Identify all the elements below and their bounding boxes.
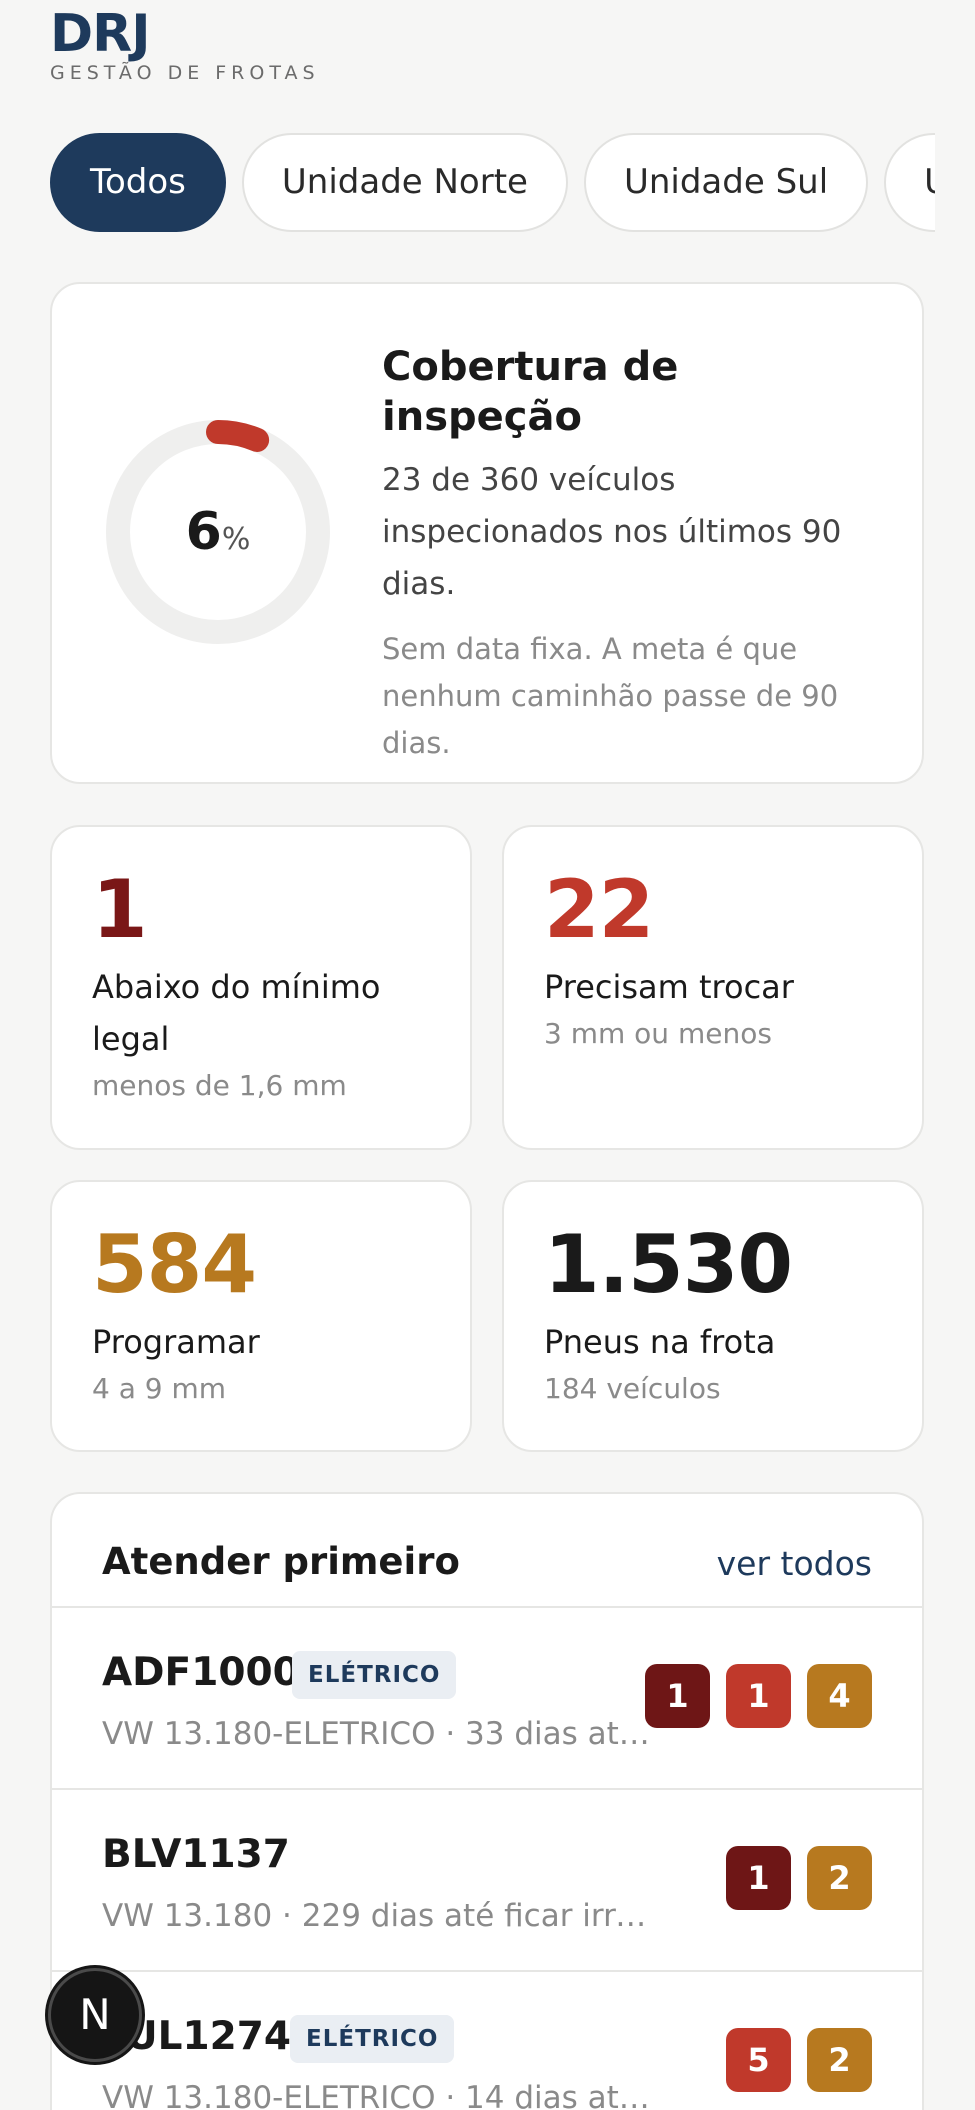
vehicle-model: VW 13.180-ELETRICO · 14 dias até ficar i… <box>102 2080 662 2110</box>
tab-unidade-sul[interactable]: Unidade Sul <box>583 133 869 232</box>
stat-subtitle: 4 a 9 mm <box>92 1372 227 1405</box>
vehicle-model: VW 13.180 · 229 dias até ficar irregular <box>102 1898 662 1934</box>
next-dev-button[interactable]: N <box>48 1968 142 2062</box>
priority-list-card: Atender primeiro ver todos ADF1000 ELÉTR… <box>50 1492 924 2110</box>
electric-tag: ELÉTRICO <box>292 1651 457 1699</box>
badge-need-replace: 5 <box>726 2028 791 2092</box>
stat-subtitle: menos de 1,6 mm <box>92 1069 347 1102</box>
badge-schedule: 2 <box>807 1846 872 1910</box>
tire-status-badges: 5 2 <box>726 2028 872 2092</box>
coverage-gauge: 6% <box>106 420 330 644</box>
vehicle-row[interactable]: BLV1137 VW 13.180 · 229 dias até ficar i… <box>52 1790 922 1972</box>
stat-title: Pneus na frota <box>544 1323 776 1361</box>
see-all-link[interactable]: ver todos <box>717 1542 872 1586</box>
stat-card-schedule[interactable]: 584 Programar 4 a 9 mm <box>50 1180 472 1452</box>
stat-label: Programar 4 a 9 mm <box>92 1316 452 1410</box>
vehicle-row[interactable]: UL1274 ELÉTRICO VW 13.180-ELETRICO · 14 … <box>52 1972 922 2110</box>
inspection-coverage-card: 6% Cobertura de inspeção 23 de 360 veícu… <box>50 282 924 784</box>
stat-label: Pneus na frota 184 veículos <box>544 1316 904 1410</box>
vehicle-plate: UL1274 <box>126 2014 292 2059</box>
stat-value: 1 <box>92 863 148 956</box>
tire-status-badges: 1 2 <box>726 1846 872 1910</box>
tire-status-badges: 1 1 4 <box>645 1664 872 1728</box>
stat-card-fleet-tires[interactable]: 1.530 Pneus na frota 184 veículos <box>502 1180 924 1452</box>
badge-schedule: 2 <box>807 2028 872 2092</box>
vehicle-plate: ADF1000 <box>102 1650 300 1695</box>
stat-value: 584 <box>92 1218 257 1311</box>
vehicle-row[interactable]: ADF1000 ELÉTRICO VW 13.180-ELETRICO · 33… <box>52 1608 922 1790</box>
brand-subtitle: GESTÃO DE FROTAS <box>50 62 320 84</box>
stat-title: Precisam trocar <box>544 968 794 1006</box>
coverage-percent: 6% <box>106 420 330 644</box>
coverage-note: Sem data fixa. A meta é que nenhum camin… <box>382 632 839 760</box>
stat-card-below-legal[interactable]: 1 Abaixo do mínimo legal menos de 1,6 mm <box>50 825 472 1150</box>
stat-value: 1.530 <box>544 1218 793 1311</box>
stat-title: Abaixo do mínimo legal <box>92 968 381 1058</box>
badge-below-legal: 1 <box>726 1846 791 1910</box>
stat-subtitle: 184 veículos <box>544 1372 721 1405</box>
app-page: DRJ GESTÃO DE FROTAS Todos Unidade Norte U… <box>0 0 975 2110</box>
stat-subtitle: 3 mm ou menos <box>544 1017 772 1050</box>
badge-schedule: 4 <box>807 1664 872 1728</box>
brand: DRJ GESTÃO DE FROTAS <box>50 4 320 84</box>
coverage-title: Cobertura de inspeção <box>382 344 679 440</box>
brand-logo-text: DRJ <box>50 4 151 64</box>
vehicle-model: VW 13.180-ELETRICO · 33 dias até ficar i… <box>102 1716 662 1752</box>
stat-label: Precisam trocar 3 mm ou menos <box>544 961 904 1055</box>
stat-card-need-replace[interactable]: 22 Precisam trocar 3 mm ou menos <box>502 825 924 1150</box>
coverage-percent-symbol: % <box>221 522 251 557</box>
tab-unidade-norte[interactable]: Unidade Norte <box>241 133 568 232</box>
stat-label: Abaixo do mínimo legal menos de 1,6 mm <box>92 961 452 1107</box>
priority-header: Atender primeiro ver todos <box>52 1494 922 1608</box>
coverage-description: 23 de 360 veículos inspecionados nos últ… <box>382 462 842 602</box>
electric-tag: ELÉTRICO <box>290 2015 455 2063</box>
vehicle-plate: BLV1137 <box>102 1832 290 1877</box>
badge-need-replace: 1 <box>726 1664 791 1728</box>
badge-below-legal: 1 <box>645 1664 710 1728</box>
coverage-text: Cobertura de inspeção 23 de 360 veículos… <box>382 342 882 767</box>
tab-todos[interactable]: Todos <box>50 133 226 232</box>
unit-filter-tabs: TodosUnidade NorteUnidade SulU <box>50 133 935 233</box>
coverage-percent-value: 6 <box>185 502 222 562</box>
stat-value: 22 <box>544 863 654 956</box>
stat-title: Programar <box>92 1323 260 1361</box>
priority-title: Atender primeiro <box>102 1540 460 1583</box>
tab-next-unit[interactable]: U <box>884 133 935 232</box>
